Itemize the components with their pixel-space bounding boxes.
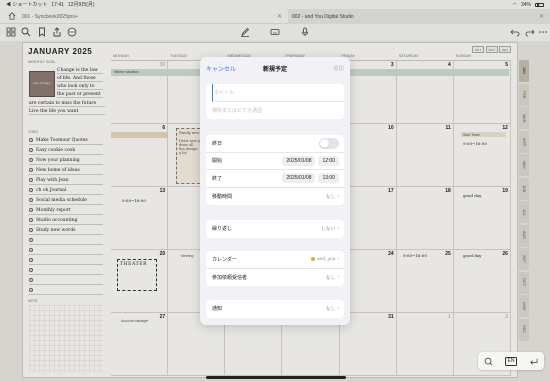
invitees-value: なし [325,275,336,281]
calendar-value: and_you [316,256,336,262]
travel-time-label: 移動時間 [212,193,233,200]
all-day-toggle[interactable] [319,137,339,149]
language-toggle-button[interactable]: EN [505,356,517,366]
calendar-label: カレンダー [212,256,238,263]
cancel-button[interactable]: キャンセル [206,64,236,73]
alert-label: 通知 [212,306,223,313]
all-day-row: 終日 [206,135,344,153]
end-date-button[interactable]: 2025/01/08 [282,173,316,184]
home-indicator [206,376,346,379]
repeat-group: 繰り返し しない › [206,220,344,238]
new-event-modal: 新規予定 キャンセル 追加 タイトル 場所またはビデオ通話 終日 開始 2025… [200,57,350,325]
modal-header: 新規予定 キャンセル 追加 [200,57,350,79]
invitees-label: 参加依頼受信者 [212,274,248,281]
all-day-label: 終日 [212,140,223,147]
time-group: 終日 開始 2025/01/08 12:00 終了 2025/01/08 13:… [206,135,344,205]
location-input[interactable]: 場所またはビデオ通話 [206,102,344,120]
end-row: 終了 2025/01/08 13:00 [206,170,344,188]
start-row: 開始 2025/01/08 12:00 [206,153,344,170]
calendar-group: カレンダー and_you › 参加依頼受信者 なし › [206,251,344,286]
title-input[interactable]: タイトル [212,84,344,102]
chevron-right-icon: › [337,226,339,232]
invitees-row[interactable]: 参加依頼受信者 なし › [206,269,344,287]
end-label: 終了 [212,175,223,182]
travel-time-value: なし [325,194,336,200]
chevron-right-icon: › [337,193,339,199]
add-button[interactable]: 追加 [333,64,344,72]
start-date-button[interactable]: 2025/01/08 [282,155,316,166]
repeat-value: しない [320,227,336,233]
start-time-button[interactable]: 12:00 [318,155,339,166]
alert-value: なし [325,307,336,313]
keyboard-shortcut-bar: EN [478,352,544,370]
chevron-right-icon: › [337,274,339,280]
alert-row[interactable]: 通知 なし › [206,300,344,318]
title-location-group: タイトル 場所またはビデオ通話 [206,84,344,119]
chevron-right-icon: › [337,256,339,262]
return-icon[interactable] [529,357,538,366]
alert-group: 通知 なし › [206,300,344,318]
travel-time-row[interactable]: 移動時間 なし › [206,188,344,206]
calendar-color-dot [310,257,315,262]
start-label: 開始 [212,158,223,165]
calendar-row[interactable]: カレンダー and_you › [206,251,344,269]
end-time-button[interactable]: 13:00 [318,173,339,184]
emoji-search-icon[interactable] [484,357,493,366]
repeat-label: 繰り返し [212,226,233,233]
repeat-row[interactable]: 繰り返し しない › [206,220,344,238]
chevron-right-icon: › [337,306,339,312]
